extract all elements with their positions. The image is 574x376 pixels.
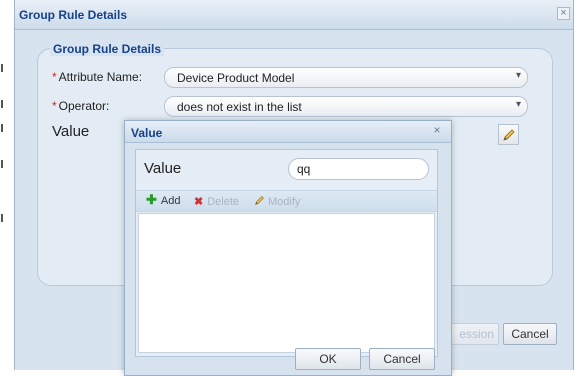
dialog-title: Group Rule Details bbox=[19, 8, 128, 22]
operator-label-text: Operator: bbox=[58, 99, 110, 113]
modify-label: Modify bbox=[268, 196, 301, 208]
cancel-button[interactable]: Cancel bbox=[369, 348, 435, 370]
required-marker: * bbox=[52, 99, 57, 113]
edit-value-button[interactable] bbox=[498, 124, 519, 145]
required-marker: * bbox=[52, 70, 57, 84]
dialog-title-bar[interactable]: Group Rule Details × bbox=[15, 0, 573, 30]
value-modal: Value × Value ✚Add ✖Delete Modify OK Can… bbox=[124, 120, 452, 376]
value-modal-title-bar[interactable]: Value × bbox=[125, 121, 451, 143]
close-icon[interactable]: × bbox=[431, 124, 443, 137]
value-panel: Value ✚Add ✖Delete Modify bbox=[135, 149, 438, 357]
background-page-edge bbox=[0, 0, 10, 376]
add-label: Add bbox=[160, 195, 181, 207]
attribute-name-value: Device Product Model bbox=[177, 71, 295, 85]
close-icon[interactable]: × bbox=[557, 7, 570, 20]
attribute-name-label: * Attribute Name: bbox=[52, 70, 142, 84]
value-modal-title: Value bbox=[131, 126, 163, 140]
attribute-name-label-text: Attribute Name: bbox=[58, 70, 143, 84]
pencil-icon bbox=[503, 129, 515, 141]
hidden-action-button[interactable]: ession bbox=[445, 323, 499, 345]
modify-button[interactable]: Modify bbox=[254, 195, 300, 208]
value-input[interactable] bbox=[288, 158, 429, 180]
operator-value: does not exist in the list bbox=[177, 100, 302, 114]
value-label: Value bbox=[52, 123, 90, 140]
pencil-icon bbox=[255, 196, 264, 205]
delete-icon: ✖ bbox=[194, 196, 204, 208]
operator-select[interactable]: does not exist in the list ▾ bbox=[164, 96, 528, 117]
chevron-down-icon[interactable]: ▾ bbox=[516, 70, 521, 81]
attribute-name-select[interactable]: Device Product Model ▾ bbox=[164, 67, 528, 88]
operator-label: * Operator: bbox=[52, 99, 109, 113]
chevron-down-icon[interactable]: ▾ bbox=[516, 99, 521, 110]
value-list[interactable] bbox=[138, 213, 435, 353]
value-toolbar: ✚ Add ✖ Delete Modify bbox=[136, 190, 437, 212]
add-button[interactable]: ✚ Add bbox=[146, 192, 181, 207]
value-input-label: Value bbox=[144, 160, 182, 177]
cancel-button[interactable]: Cancel bbox=[503, 323, 557, 345]
fieldset-legend: Group Rule Details bbox=[50, 42, 165, 56]
delete-label: Delete bbox=[207, 196, 240, 208]
delete-button[interactable]: ✖ Delete bbox=[194, 195, 239, 208]
ok-button[interactable]: OK bbox=[295, 348, 361, 370]
plus-icon: ✚ bbox=[146, 192, 157, 207]
value-modal-footer: OK Cancel bbox=[125, 340, 451, 376]
